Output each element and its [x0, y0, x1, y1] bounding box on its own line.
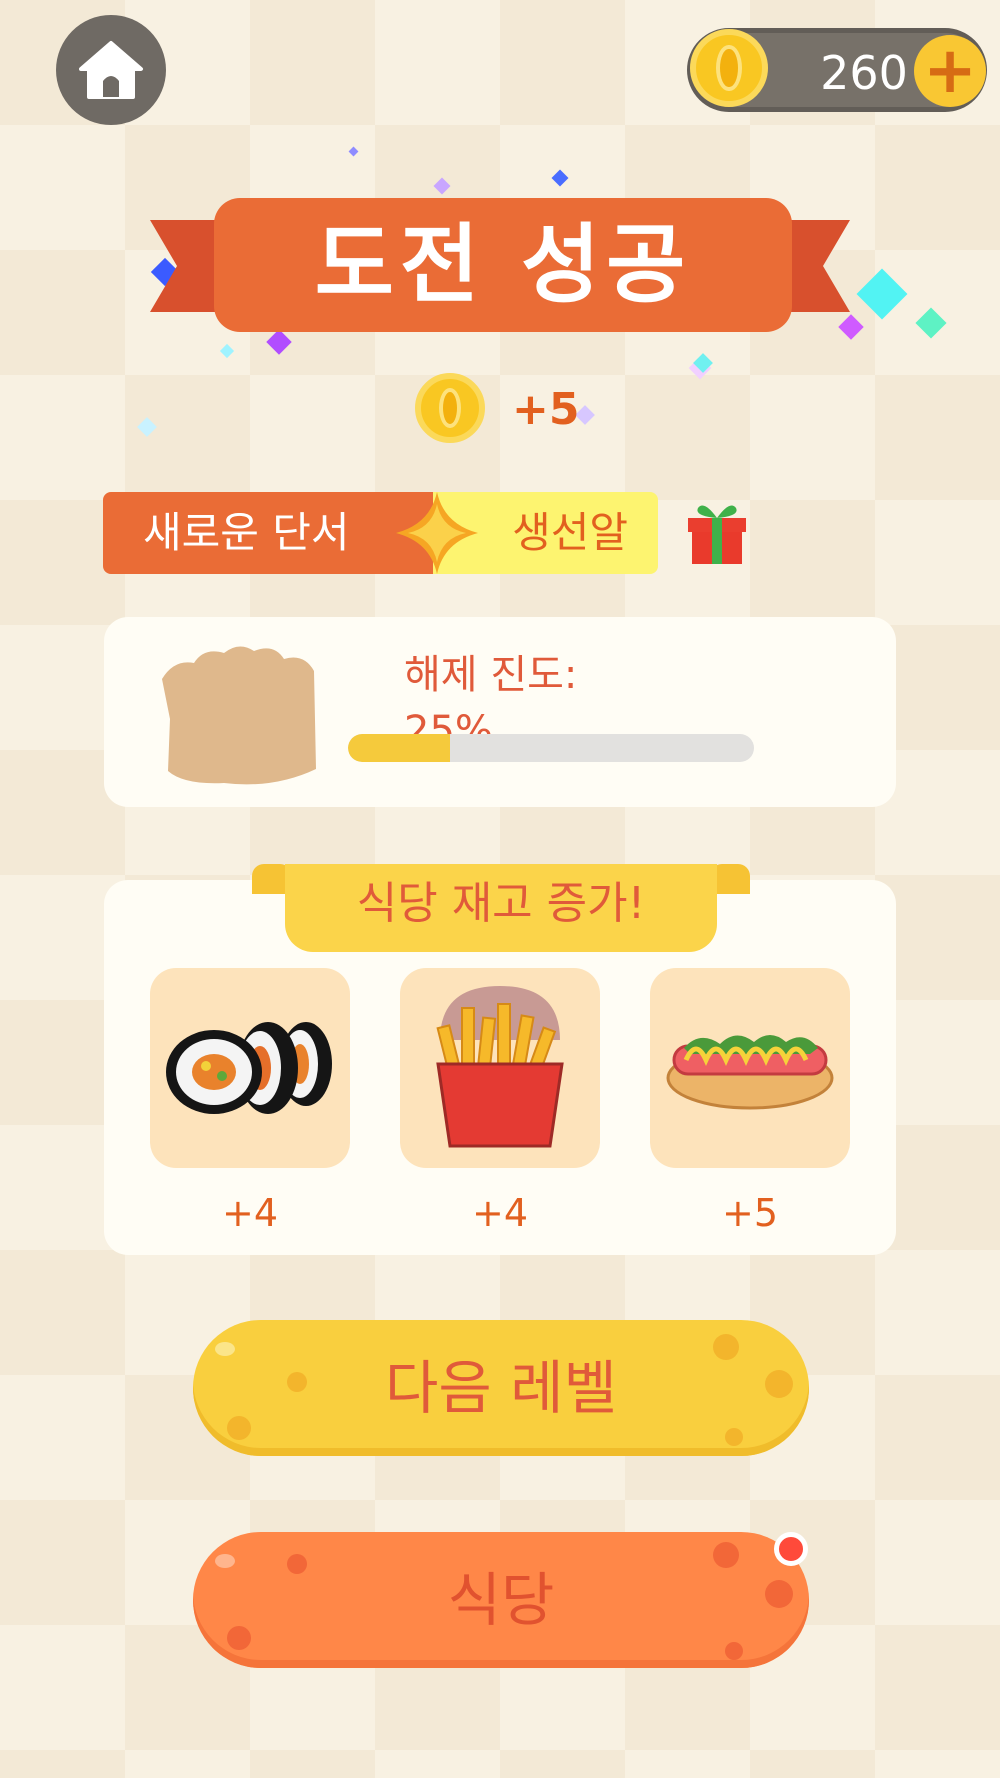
gift-icon[interactable] — [686, 500, 748, 566]
coin-icon — [415, 373, 485, 443]
food-amount-french-fries: +4 — [471, 1191, 529, 1235]
restaurant-label: 식당 — [447, 1566, 555, 1634]
sparkle-decoration — [915, 307, 947, 339]
gimbap-icon — [166, 1022, 332, 1114]
sparkle-decoration — [219, 343, 235, 359]
sparkle-decoration — [433, 177, 451, 195]
food-tile-french-fries[interactable] — [400, 968, 600, 1168]
stock-title: 식당 재고 증가! — [285, 864, 717, 952]
food-amount-hotdog: +5 — [721, 1191, 779, 1235]
food-amount-gimbap: +4 — [221, 1191, 279, 1235]
sparkle-decoration — [551, 169, 569, 187]
unlock-progress-bar — [348, 734, 754, 762]
coin-icon — [690, 29, 768, 107]
sparkle-decoration — [856, 268, 908, 320]
sparkle-decoration — [137, 417, 157, 437]
new-clue-label: 새로운 단서 — [103, 492, 433, 574]
french-fries-icon — [436, 986, 564, 1148]
restaurant-button[interactable]: 식당 — [193, 1532, 809, 1668]
sparkle-decoration — [348, 146, 359, 157]
next-level-button[interactable]: 다음 레벨 — [193, 1320, 809, 1456]
unlock-progress-fill — [348, 734, 450, 762]
hotdog-icon — [666, 1035, 834, 1110]
locked-food-silhouette — [162, 646, 316, 785]
notification-dot — [774, 1532, 808, 1566]
reward-amount: +5 — [512, 384, 580, 435]
home-icon — [79, 41, 143, 99]
sparkle-decoration — [266, 329, 292, 355]
food-tile-gimbap[interactable] — [150, 968, 350, 1168]
result-title: 도전 성공 — [214, 198, 792, 332]
home-button[interactable] — [56, 15, 166, 125]
coin-count: 260 — [820, 46, 908, 100]
food-tile-hotdog[interactable] — [650, 968, 850, 1168]
add-coins-button[interactable]: + — [914, 35, 986, 107]
star-gem-icon — [396, 492, 478, 574]
sparkle-decoration — [838, 314, 864, 340]
next-level-label: 다음 레벨 — [385, 1354, 617, 1422]
unlock-progress-card: 해제 진도: 25% — [104, 617, 896, 807]
coin-balance: 260 + — [687, 28, 987, 112]
stock-increase-card: 식당 재고 증가! +4 +4 +5 — [104, 864, 896, 1255]
